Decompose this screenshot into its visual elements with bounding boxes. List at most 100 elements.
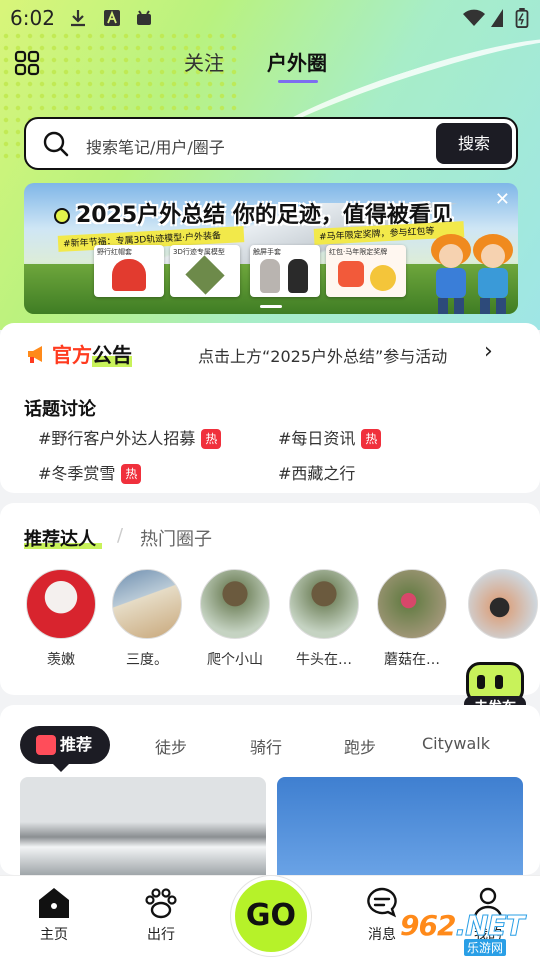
android-icon [137,10,151,25]
chat-icon [367,887,397,918]
search-input[interactable]: 搜索笔记/用户/圈子 [86,134,225,158]
notice-logo-highlight: 公告 [92,343,132,367]
go-button[interactable]: GO [231,876,311,956]
top-tabs: 关注 户外圈 [0,47,540,87]
hiker-kid-illustration [431,234,471,314]
avatar [112,569,182,639]
rec-tab-separator: / [117,525,124,546]
notice-section: 官方公告 点击上方“2025户外总结”参与活动 › 话题讨论 #野行客户外达人招… [0,323,540,493]
official-notice-logo: 官方公告 [26,339,132,368]
tab-recommended-people[interactable]: 推荐达人 [24,525,96,551]
person-card[interactable]: 蘑菇在… [377,569,447,669]
avatar [200,569,270,639]
tab-follow[interactable]: 关注 [184,47,224,76]
banner-card-gloves: 触屏手套 [250,245,320,297]
banner-dot-icon [54,208,70,224]
person-card[interactable]: 爬个小山 [200,569,270,669]
wifi-icon [463,9,485,26]
avatar [468,569,538,639]
person-card[interactable]: 牛头在… [289,569,359,669]
signal-icon [491,9,503,27]
banner-card-model: 3D行迹专属模型 [170,245,240,297]
topics-title: 话题讨论 [24,399,96,420]
search-button[interactable]: 搜索 [436,123,512,164]
chip-label: 推荐 [60,735,93,754]
person-card[interactable]: 羡嫩 [26,569,96,669]
person-name: 羡嫩 [47,652,75,668]
banner-card-label: 红包·马年限定奖牌 [329,248,388,256]
promo-banner[interactable]: 2025户外总结 你的足迹，值得被看见 #新年节福：专属3D轨迹模型·户外装备 … [24,183,518,314]
download-icon [71,10,85,27]
glove-icon [288,259,308,293]
status-bar: 6:02 [0,0,540,36]
person-name: 三度。 [126,652,168,668]
chip-citywalk[interactable]: Citywalk [422,734,490,753]
person-card[interactable]: 三度。 [112,569,182,669]
topic-item[interactable]: #西藏之行 [278,460,355,484]
topic-label: #野行客户外达人招募 [38,429,196,448]
nav-label: 消息 [368,927,396,943]
chip-hiking[interactable]: 徒步 [155,734,187,758]
topic-item[interactable]: #每日资讯热 [278,425,382,449]
bottom-nav: 主页 出行 GO 消息 我的 962.NET 乐游网 [0,875,540,960]
thumbs-up-icon [36,735,56,755]
glove-icon [260,259,280,293]
person-card[interactable] [468,569,540,639]
chip-cycling[interactable]: 骑行 [250,734,282,758]
notice-logo-prefix: 官方 [52,343,92,367]
topic-item[interactable]: #野行客户外达人招募热 [38,425,222,449]
banner-indicator [260,305,282,308]
tab-hot-circles[interactable]: 热门圈子 [140,525,212,551]
watermark-text: 962.NET [400,909,525,943]
topic-item[interactable]: #冬季赏雪热 [38,460,142,484]
avatar [377,569,447,639]
watermark-subtitle: 乐游网 [464,939,507,956]
hot-badge: 热 [121,464,142,484]
chip-running[interactable]: 跑步 [344,734,376,758]
watermark-logo: 962.NET 乐游网 [400,909,534,956]
search-bar[interactable]: 搜索笔记/用户/圈子 搜索 [24,117,518,170]
watermark-number: 962 [400,909,456,942]
chevron-right-icon[interactable]: › [484,339,493,364]
red-packet-icon [338,261,364,287]
tab-active-underline [278,80,318,83]
hiker-kid-illustration [473,234,513,314]
banner-card-hat: 野行红帽套 [94,245,164,297]
nav-home[interactable]: 主页 [24,886,84,944]
tab-outdoor-circle[interactable]: 户外圈 [267,47,327,76]
home-icon [39,888,69,918]
nav-label: 出行 [147,927,175,943]
hot-badge: 热 [201,429,222,449]
app-a-icon [104,10,120,26]
megaphone-icon [28,346,42,363]
medal-icon [370,265,396,291]
nav-travel[interactable]: 出行 [131,886,191,944]
banner-card-label: 3D行迹专属模型 [173,248,225,256]
search-icon [43,131,69,157]
battery-icon [515,8,529,28]
notice-text[interactable]: 点击上方“2025户外总结”参与活动 [198,343,476,367]
status-time: 6:02 [10,6,55,30]
banner-card-label: 触屏手套 [253,248,281,256]
chip-recommend[interactable]: 推荐 [20,726,110,764]
chip-pointer [52,763,70,772]
red-hat-icon [112,259,146,291]
post-card[interactable] [20,777,266,877]
person-name: 蘑菇在… [384,652,440,668]
avatar [289,569,359,639]
avatar [26,569,96,639]
banner-card-label: 野行红帽套 [97,248,132,256]
banner-close-icon[interactable]: ✕ [495,189,510,210]
person-name: 爬个小山 [207,652,263,668]
hot-badge: 热 [361,429,382,449]
topic-label: #冬季赏雪 [38,464,116,483]
feed-section: 推荐 徒步 骑行 跑步 Citywalk [0,705,540,877]
person-name: 牛头在… [296,652,352,668]
recommend-section: 推荐达人 / 热门圈子 羡嫩 三度。 爬个小山 牛头在… 蘑菇在… [0,503,540,695]
nav-label: 主页 [40,927,68,943]
watermark-net: .NET [455,909,525,943]
topic-label: #每日资讯 [278,429,356,448]
banner-card-redpacket: 红包·马年限定奖牌 [326,245,406,297]
post-card[interactable] [277,777,523,877]
paw-icon [145,888,177,919]
